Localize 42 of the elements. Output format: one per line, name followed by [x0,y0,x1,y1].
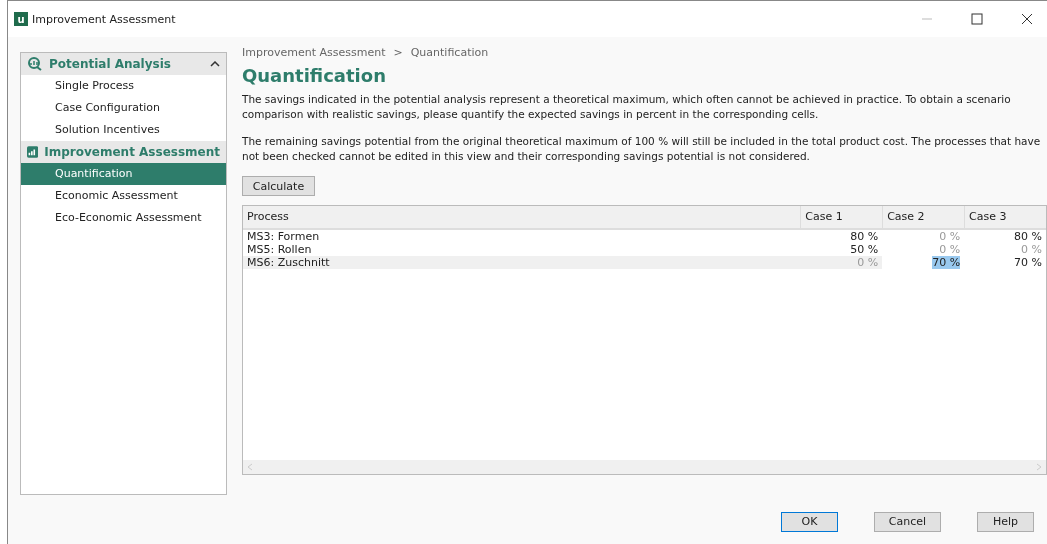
chevron-icon[interactable] [210,61,220,67]
section-header[interactable]: Potential Analysis [21,53,226,75]
nav-item[interactable]: Single Process [21,75,226,97]
dialog-button[interactable]: Help [977,511,1034,532]
magnifier-chart-icon [27,57,43,71]
bar-chart-icon [27,145,39,159]
column-header[interactable]: Case 3 [964,206,1046,228]
column-header[interactable]: Case 2 [882,206,965,228]
maximize-icon[interactable] [971,13,983,25]
nav-item[interactable]: Solution Incentives [21,119,226,141]
table-cell[interactable]: 70 % [1014,256,1042,269]
description-text: The savings indicated in the potential analysis represent a theoretical maximum, which often cannot be achieved in practice. To obtain a scenario comparison with realistic savings, please quantify the expected savings in percent in the corresponding cells. [242,92,1012,122]
table-cell[interactable]: 50 % [850,243,879,256]
dialog-button[interactable]: OK [781,511,838,532]
app-logo-icon: u [14,12,28,26]
scroll-right-icon[interactable] [1036,463,1042,471]
section-title: Improvement Assessment [44,145,220,159]
section-title: Potential Analysis [49,57,172,71]
nav-item[interactable]: Case Configuration [21,97,226,119]
horizontal-scrollbar[interactable] [243,460,1046,474]
page-heading: Quantification [242,65,387,86]
description-text: The remaining savings potential from the original theoretical maximum of 100 % will still be included in the total product cost. The processes that have not been checked cannot be edited in this view and their corresponding savings potential is not considered. [242,134,1042,164]
close-icon[interactable] [1021,13,1033,25]
calculate-button[interactable]: Calculate [242,176,315,196]
window-title: Improvement Assessment [32,12,176,26]
breadcrumb-link[interactable]: Improvement Assessment [242,46,386,59]
nav-item[interactable]: Economic Assessment [21,185,226,207]
table-cell-text: MS3: Formen [246,230,321,243]
table-cell[interactable]: 80 % [850,230,879,243]
column-header[interactable]: Process [243,206,801,228]
section-header[interactable]: Improvement Assessment [21,141,226,163]
nav-item[interactable]: Quantification [21,163,226,185]
table-cell[interactable]: 80 % [1014,230,1042,243]
table-cell-text: MS5: Rollen [246,243,313,256]
scroll-left-icon[interactable] [247,463,253,471]
table-cell[interactable]: 70 % [932,256,961,269]
nav-item[interactable]: Eco-Economic Assessment [21,207,226,229]
table-cell: MS6: Zuschnitt [243,256,801,269]
breadcrumb-separator: > [393,46,403,59]
dialog-button[interactable]: Cancel [874,511,941,532]
column-header[interactable]: Case 1 [800,206,883,228]
breadcrumb-current: Quantification [410,46,489,59]
